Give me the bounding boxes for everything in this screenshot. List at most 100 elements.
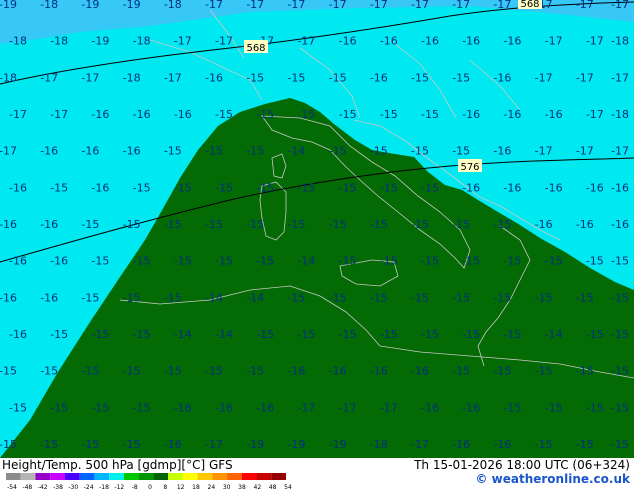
temp-label: -18	[50, 35, 68, 48]
temp-label: -15	[9, 401, 27, 414]
temp-label: -15	[576, 365, 594, 378]
temp-label: -16	[256, 401, 274, 414]
temp-label: -15	[535, 438, 553, 451]
temp-label: -15	[411, 218, 429, 231]
temp-label: -17	[535, 145, 553, 158]
temp-label: -15	[493, 291, 511, 304]
temp-label: -15	[123, 218, 141, 231]
temp-label: -19	[0, 0, 17, 11]
temp-label: -14	[205, 291, 223, 304]
colorbar-segment	[168, 473, 183, 480]
colorbar-tick: -48	[22, 484, 32, 490]
temp-label: -15	[123, 438, 141, 451]
temp-label: -16	[133, 108, 151, 121]
temp-label: -15	[421, 328, 439, 341]
colorbar-segment	[197, 473, 213, 480]
temp-label: -14	[174, 328, 192, 341]
temp-label: -15	[0, 438, 17, 451]
temp-label: -14	[287, 145, 305, 158]
colorbar-tick: 54	[284, 484, 292, 490]
colorbar-segment	[123, 473, 139, 480]
colorbar-segment	[35, 473, 51, 480]
temp-label: -15	[91, 255, 109, 268]
temp-label: -15	[462, 328, 480, 341]
temp-label: -15	[133, 255, 151, 268]
temp-label: -14	[246, 291, 264, 304]
temp-label: -16	[9, 181, 27, 194]
temp-label: -15	[246, 71, 264, 84]
colorbar-segment	[20, 473, 36, 480]
temp-label: -15	[421, 181, 439, 194]
temp-label: -15	[133, 328, 151, 341]
temp-label: -15	[81, 218, 99, 231]
temp-label: -15	[503, 255, 521, 268]
temp-label: -16	[205, 71, 223, 84]
temp-label: -18	[133, 35, 151, 48]
temp-label: -15	[411, 291, 429, 304]
temp-label: -15	[339, 181, 357, 194]
temp-label: -16	[611, 181, 629, 194]
temp-label: -15	[40, 365, 58, 378]
temp-label: -15	[586, 255, 604, 268]
temp-label: -17	[9, 108, 27, 121]
colorbar-segment	[79, 473, 95, 480]
temp-label: -15	[370, 218, 388, 231]
temp-label: -16	[462, 401, 480, 414]
temp-label: -15	[0, 365, 17, 378]
temp-label: -15	[133, 181, 151, 194]
height-label: 568	[520, 0, 539, 10]
temp-label: -15	[256, 255, 274, 268]
temp-label: -17	[329, 0, 347, 11]
colorbar-segment	[182, 473, 198, 480]
colorbar-segment	[153, 473, 169, 480]
temp-label: -16	[421, 35, 439, 48]
colorbar-tick: 8	[163, 484, 167, 490]
temp-label: -15	[452, 145, 470, 158]
temp-label: -17	[380, 401, 398, 414]
temp-label: -15	[164, 145, 182, 158]
temp-label: -17	[50, 108, 68, 121]
temp-label: -15	[329, 145, 347, 158]
copyright[interactable]: © weatheronline.co.uk	[475, 472, 630, 486]
colorbar-segment	[50, 473, 65, 480]
weather-map-view: -19 -18 -19 -19 -18 -17 -17 -17 -17 -17 -17 -17 -17-…	[0, 0, 634, 490]
temp-label: -16	[329, 365, 347, 378]
temp-label: -15	[576, 291, 594, 304]
temp-label: -15	[164, 365, 182, 378]
temp-label: -15	[576, 438, 594, 451]
temp-label: -15	[287, 218, 305, 231]
temp-label: -15	[246, 145, 264, 158]
temp-label: -17	[174, 35, 192, 48]
temp-label: -16	[421, 401, 439, 414]
temp-label: -16	[493, 71, 511, 84]
colorbar-tick: 12	[177, 484, 185, 490]
temp-label: -15	[339, 108, 357, 121]
temp-label: -15	[215, 181, 233, 194]
temp-label: -16	[174, 108, 192, 121]
temp-label: -15	[256, 108, 274, 121]
temp-label: -17	[586, 35, 604, 48]
colorbar-segment	[271, 473, 286, 480]
temp-label: -17	[611, 145, 629, 158]
temp-label: -17	[0, 145, 17, 158]
temp-label: -15	[123, 365, 141, 378]
temp-label: -19	[246, 438, 264, 451]
temp-label: -15	[370, 145, 388, 158]
colorbar-segment	[64, 473, 80, 480]
height-label: 576	[460, 162, 479, 173]
temp-label: -15	[535, 365, 553, 378]
colorbar-tick: 30	[223, 484, 231, 490]
colorbar-tick: -12	[114, 484, 124, 490]
temp-label: -16	[503, 35, 521, 48]
temp-label: -17	[611, 0, 629, 11]
temp-label: -17	[81, 71, 99, 84]
colorbar-segment	[256, 473, 272, 480]
colorbar-tick: 24	[208, 484, 216, 490]
temp-label: -15	[123, 291, 141, 304]
temp-label: -16	[339, 35, 357, 48]
temp-label: -16	[370, 365, 388, 378]
temp-label: -15	[256, 181, 274, 194]
temp-label: -16	[91, 181, 109, 194]
temp-label: -16	[503, 108, 521, 121]
temp-label: -17	[452, 0, 470, 11]
